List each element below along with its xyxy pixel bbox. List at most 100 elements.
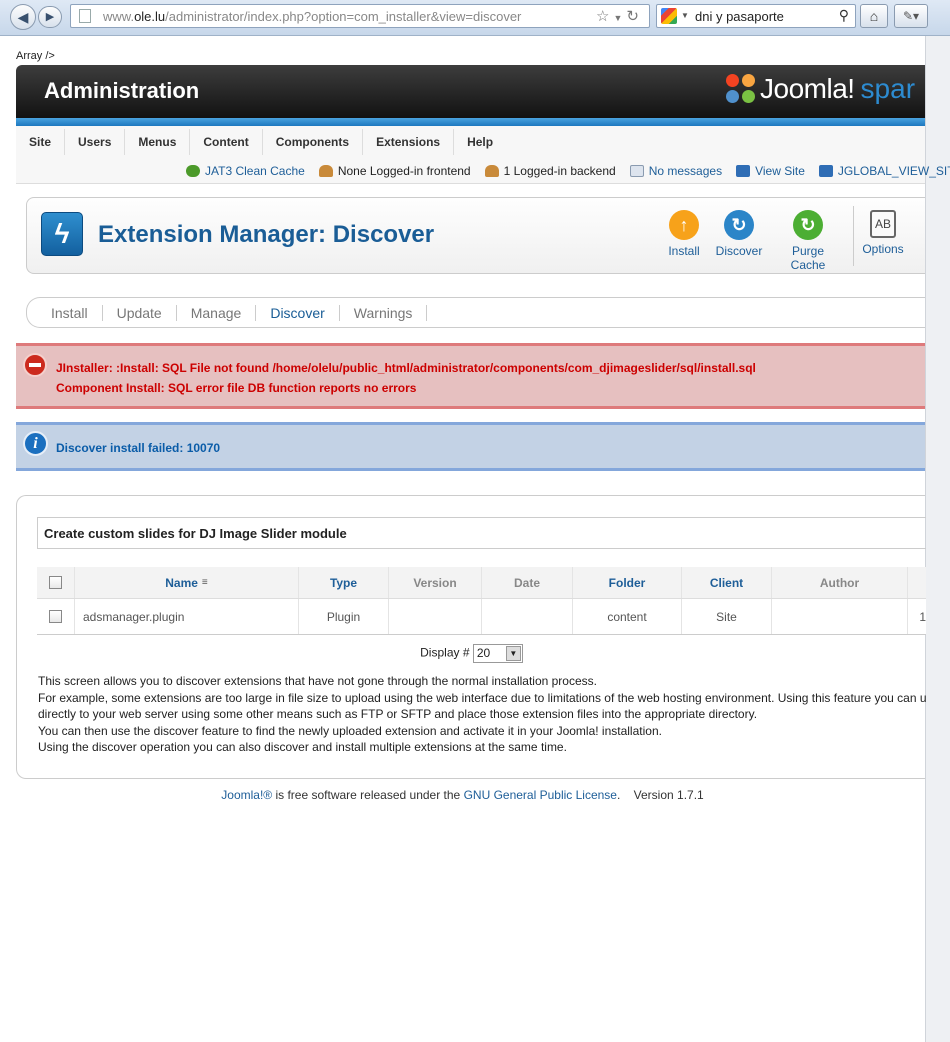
admin-title: Administration bbox=[44, 78, 200, 103]
forward-button[interactable]: ▶ bbox=[38, 6, 62, 28]
column-type[interactable]: Type bbox=[299, 567, 389, 598]
cell-extra: 1 bbox=[919, 609, 926, 624]
help-line-5: Using the discover operation you can als… bbox=[38, 740, 567, 755]
display-label: Display # bbox=[420, 645, 470, 660]
error-message: JInstaller: :Install: SQL File not found… bbox=[16, 343, 925, 409]
purge-cache-button[interactable]: ↻ Purge Cache bbox=[773, 210, 843, 272]
debug-output: Array /> bbox=[16, 50, 55, 62]
display-limit-value[interactable]: 20 bbox=[477, 646, 490, 660]
column-extra bbox=[908, 567, 926, 598]
chevron-down-icon[interactable]: ▼ bbox=[505, 646, 521, 661]
status-clean-cache[interactable]: JAT3 Clean Cache bbox=[186, 164, 305, 178]
row-checkbox[interactable] bbox=[49, 610, 62, 623]
select-all-checkbox[interactable] bbox=[49, 576, 62, 589]
status-view-site-label[interactable]: View Site bbox=[755, 164, 805, 178]
footer-text: is free software released under the bbox=[272, 788, 464, 802]
monitor-icon bbox=[818, 165, 833, 177]
cell-name: adsmanager.plugin bbox=[75, 599, 299, 634]
discover-button-label[interactable]: Discover bbox=[716, 244, 763, 258]
error-line-2: Component Install: SQL error file DB fun… bbox=[56, 381, 417, 395]
tab-discover[interactable]: Discover bbox=[256, 305, 340, 321]
menu-users[interactable]: Users bbox=[65, 129, 126, 155]
footer-text-end: . bbox=[616, 788, 621, 802]
status-backend-users: 1 Logged-in backend bbox=[484, 164, 616, 178]
options-icon: AB bbox=[870, 210, 896, 238]
page-icon bbox=[79, 9, 91, 23]
browser-search-input[interactable]: dni y pasaporte bbox=[695, 9, 784, 24]
install-arrow-icon: ↑ bbox=[669, 210, 699, 240]
menu-help[interactable]: Help bbox=[454, 129, 506, 155]
cell-date bbox=[482, 599, 573, 634]
column-client[interactable]: Client bbox=[682, 567, 772, 598]
table-row[interactable]: adsmanager.plugin Plugin content Site 1 bbox=[37, 599, 926, 635]
cell-version bbox=[389, 599, 482, 634]
user-icon bbox=[484, 165, 499, 177]
tab-install[interactable]: Install bbox=[37, 305, 103, 321]
back-button[interactable]: ◀ bbox=[10, 4, 36, 30]
column-name-label[interactable]: Name bbox=[165, 576, 198, 590]
browser-toolbar: ◀ ▶ www.ole.lu/administrator/index.php?o… bbox=[0, 0, 950, 36]
select-all-cell bbox=[37, 567, 75, 598]
status-messages[interactable]: No messages bbox=[629, 164, 722, 178]
status-messages-label[interactable]: No messages bbox=[649, 164, 722, 178]
help-line-3: directly to your web server using some o… bbox=[38, 707, 758, 722]
admin-header: Administration Joomla! spar bbox=[16, 65, 925, 118]
discover-button[interactable]: ↻ Discover bbox=[713, 210, 765, 258]
options-button[interactable]: AB Options bbox=[861, 210, 905, 256]
status-frontend-label: None Logged-in frontend bbox=[337, 164, 471, 178]
toolbar: ϟ Extension Manager: Discover ↑ Install … bbox=[26, 197, 925, 274]
menu-components[interactable]: Components bbox=[263, 129, 364, 155]
status-global-view-site-label[interactable]: JGLOBAL_VIEW_SITE bbox=[838, 164, 950, 178]
main-menu: Site Users Menus Content Components Exte… bbox=[16, 129, 506, 155]
tab-manage[interactable]: Manage bbox=[177, 305, 257, 321]
status-clean-cache-label[interactable]: JAT3 Clean Cache bbox=[205, 164, 305, 178]
status-global-view-site[interactable]: JGLOBAL_VIEW_SITE bbox=[818, 164, 950, 178]
url-text: www.ole.lu/administrator/index.php?optio… bbox=[103, 9, 522, 24]
status-backend-label: 1 Logged-in backend bbox=[503, 164, 616, 178]
header-accent-strip bbox=[16, 118, 925, 126]
dropdown-icon[interactable]: ▼ bbox=[614, 13, 627, 23]
menu-extensions[interactable]: Extensions bbox=[363, 129, 455, 155]
mail-icon bbox=[629, 165, 644, 177]
tab-update[interactable]: Update bbox=[103, 305, 177, 321]
joomla-wordmark: Joomla! bbox=[760, 73, 855, 104]
addon-button[interactable]: ✎▾ bbox=[894, 4, 928, 28]
joomla-link[interactable]: Joomla!® bbox=[221, 788, 272, 802]
status-view-site[interactable]: View Site bbox=[736, 164, 805, 178]
page-scrollbar[interactable] bbox=[925, 36, 950, 1042]
browser-search-box[interactable]: ▼ dni y pasaporte ⚲ bbox=[656, 4, 856, 28]
url-actions: ☆▼↻ bbox=[596, 7, 643, 25]
purge-cache-button-label[interactable]: Purge Cache bbox=[791, 244, 826, 272]
column-version: Version bbox=[389, 567, 482, 598]
help-line-4: You can then use the discover feature to… bbox=[38, 723, 662, 738]
column-name[interactable]: Name ≡ bbox=[75, 567, 299, 598]
column-author: Author bbox=[772, 567, 908, 598]
monitor-icon bbox=[736, 165, 751, 177]
purge-refresh-icon: ↻ bbox=[793, 210, 823, 240]
options-button-label[interactable]: Options bbox=[862, 242, 903, 256]
menu-content[interactable]: Content bbox=[190, 129, 263, 155]
reload-icon[interactable]: ↻ bbox=[626, 8, 643, 25]
license-link[interactable]: GNU General Public License bbox=[464, 788, 617, 802]
display-limit-select[interactable]: 20 ▼ bbox=[472, 644, 523, 663]
address-bar[interactable]: www.ole.lu/administrator/index.php?optio… bbox=[70, 4, 650, 28]
home-button[interactable]: ⌂ bbox=[860, 4, 888, 28]
menu-site[interactable]: Site bbox=[16, 129, 66, 155]
search-icon[interactable]: ⚲ bbox=[839, 7, 849, 24]
status-frontend-users: None Logged-in frontend bbox=[318, 164, 471, 178]
engine-dropdown-icon[interactable]: ▼ bbox=[681, 11, 689, 20]
menu-menus[interactable]: Menus bbox=[125, 129, 191, 155]
installer-subnav: Install Update Manage Discover Warnings bbox=[26, 297, 925, 328]
install-button[interactable]: ↑ Install bbox=[663, 210, 705, 258]
search-engine-icon[interactable] bbox=[661, 8, 677, 24]
star-icon[interactable]: ☆ bbox=[596, 8, 613, 25]
joomla-logo: Joomla! spar bbox=[726, 73, 915, 105]
column-folder[interactable]: Folder bbox=[573, 567, 682, 598]
extension-manager-icon: ϟ bbox=[41, 212, 83, 256]
row-select-cell bbox=[37, 599, 75, 634]
install-button-label[interactable]: Install bbox=[668, 244, 699, 258]
joomla-wordmark-suffix: spar bbox=[860, 73, 916, 104]
tab-warnings[interactable]: Warnings bbox=[340, 305, 428, 321]
info-icon: i bbox=[23, 431, 48, 456]
sort-icon[interactable]: ≡ bbox=[202, 577, 208, 588]
